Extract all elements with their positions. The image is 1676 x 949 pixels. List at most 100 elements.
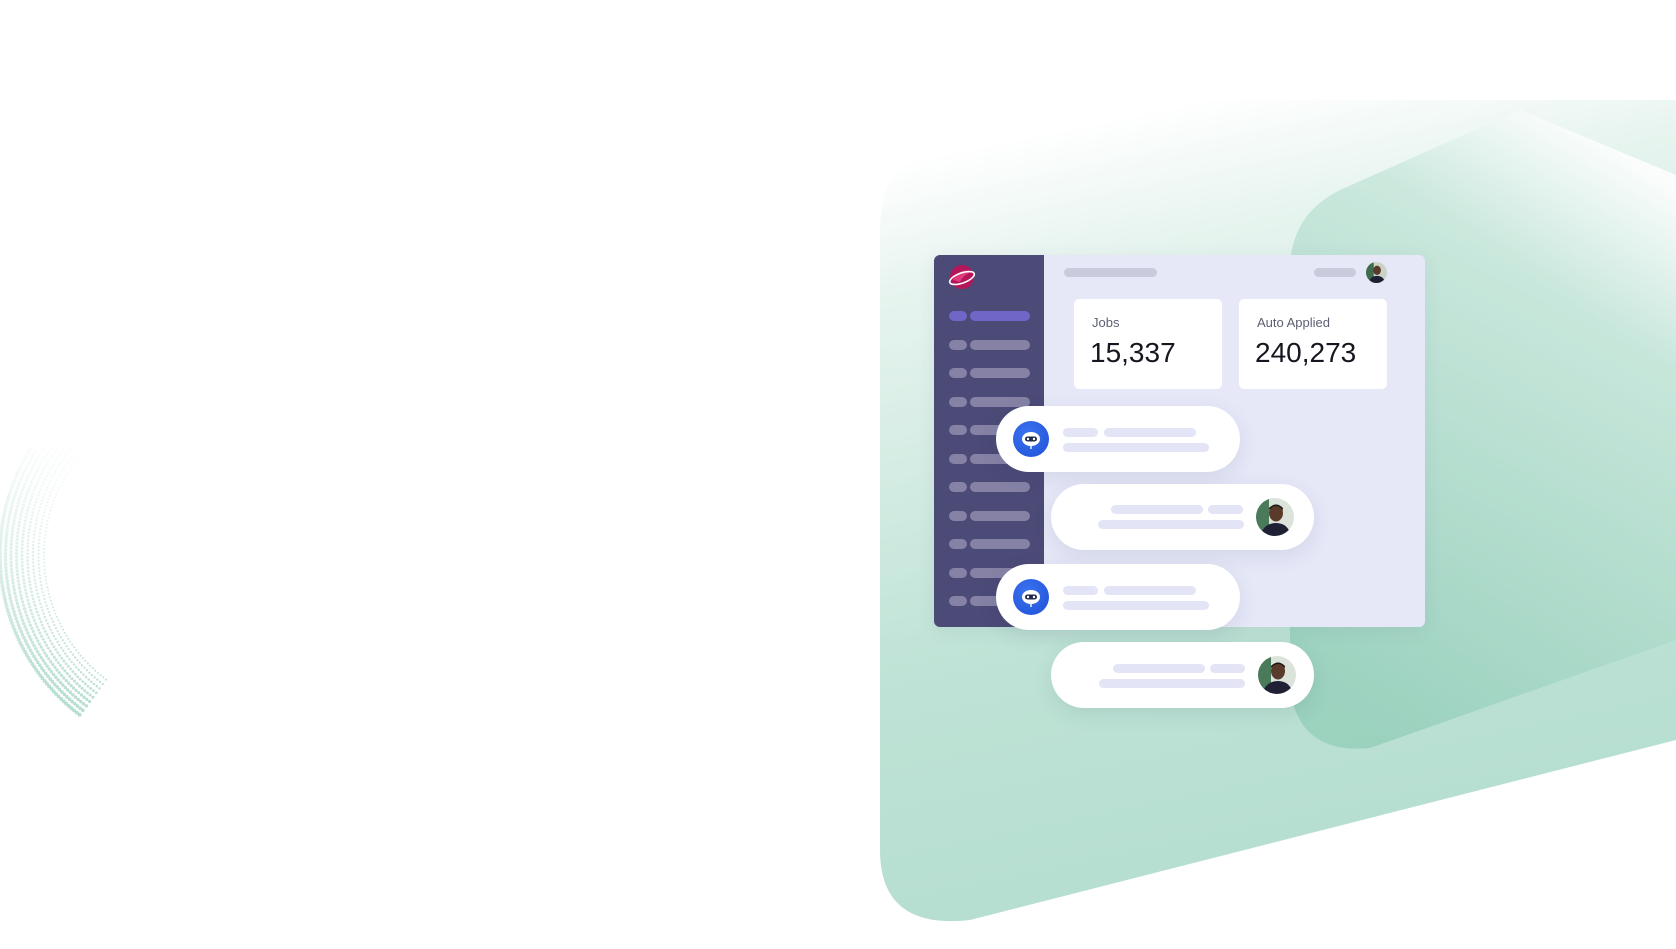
decoration-dot: [71, 653, 75, 656]
decoration-dot: [26, 545, 30, 549]
decoration-dot: [27, 531, 31, 535]
chat-bubble-bot: [996, 406, 1240, 472]
sidebar-nav-item[interactable]: [949, 482, 1034, 492]
sidebar-nav-item[interactable]: [949, 396, 1034, 407]
decoration-dot: [4, 501, 9, 506]
decoration-dot: [94, 691, 98, 695]
decoration-dot: [73, 656, 77, 659]
decoration-dot: [37, 642, 42, 646]
decoration-dot: [86, 662, 89, 665]
decoration-dot: [51, 631, 54, 635]
decoration-dot: [28, 483, 32, 488]
decoration-dot: [49, 670, 54, 674]
decoration-dot: [21, 603, 26, 607]
decoration-dot: [1, 518, 5, 523]
decoration-dot: [89, 687, 93, 690]
decoration-dot: [28, 623, 32, 627]
decoration-dot: [30, 495, 34, 499]
sidebar-nav-item[interactable]: [949, 510, 1034, 521]
decoration-dot: [24, 515, 28, 519]
decoration-dot: [15, 601, 20, 606]
decoration-dot: [31, 492, 35, 496]
decoration-dot: [29, 608, 33, 612]
decoration-dot: [62, 448, 65, 451]
decoration-dot: [34, 646, 38, 651]
decoration-dot: [10, 574, 14, 578]
decoration-dot: [47, 483, 50, 486]
decoration-dot: [5, 497, 10, 502]
decoration-dot: [30, 590, 33, 594]
decoration-dot: [70, 455, 74, 458]
decoration-dot: [57, 454, 61, 457]
decoration-dot: [15, 565, 19, 570]
decoration-dot: [15, 569, 19, 573]
decoration-dot: [57, 619, 60, 622]
decoration-dot: [16, 576, 20, 580]
decoration-dot: [32, 618, 36, 622]
decoration-dot: [53, 470, 57, 474]
decoration-dot: [17, 480, 22, 484]
decoration-dot: [44, 530, 47, 533]
decoration-dot: [26, 541, 30, 545]
decoration-dot: [68, 450, 70, 452]
decoration-dot: [76, 658, 79, 662]
decoration-dot: [36, 592, 39, 595]
decoration-dot: [3, 601, 8, 606]
decoration-dot: [52, 485, 56, 488]
sidebar-nav-item[interactable]: [949, 339, 1034, 350]
decoration-dot: [40, 587, 44, 590]
decoration-dot: [30, 593, 34, 597]
decoration-dot: [54, 449, 57, 452]
decoration-dot: [31, 597, 35, 601]
decoration-dot: [28, 583, 32, 587]
nav-item-icon: [949, 311, 967, 321]
decoration-dot: [33, 504, 37, 507]
decoration-dot: [47, 625, 51, 628]
decoration-dot: [57, 671, 61, 675]
user-avatar[interactable]: [1366, 262, 1387, 283]
decoration-dot: [43, 615, 47, 619]
decoration-dot: [79, 654, 82, 657]
decoration-dot: [45, 474, 48, 478]
decoration-dot: [15, 572, 20, 577]
decoration-dot: [20, 596, 24, 601]
decoration-dot: [15, 545, 19, 549]
decoration-dot: [44, 463, 48, 467]
decoration-dot: [27, 505, 31, 509]
message-placeholder-line: [1098, 520, 1244, 529]
decoration-dot: [0, 525, 4, 530]
decoration-dot: [4, 572, 9, 577]
decoration-dot: [20, 564, 24, 568]
decoration-dot: [29, 480, 34, 484]
decoration-dot: [76, 675, 80, 679]
decoration-dot: [96, 678, 99, 681]
decoration-dot: [48, 513, 51, 516]
decoration-dot: [85, 669, 89, 672]
decoration-dot: [53, 609, 56, 612]
decoration-dot: [48, 494, 51, 498]
decoration-dot: [68, 690, 73, 695]
decoration-dot: [39, 620, 43, 624]
decoration-dot: [20, 546, 24, 550]
decoration-dot: [18, 590, 22, 594]
decoration-dot: [29, 587, 33, 590]
decoration-dot: [72, 663, 76, 666]
decoration-dot: [49, 660, 53, 664]
sidebar-nav-item[interactable]: [949, 539, 1034, 549]
decoration-dot: [62, 466, 66, 470]
decoration-dot: [47, 657, 51, 661]
sidebar-nav-item[interactable]: [949, 368, 1034, 378]
decoration-dot: [61, 458, 64, 462]
decoration-dot: [32, 564, 35, 568]
nav-item-icon: [949, 396, 967, 407]
decoration-dot: [77, 651, 80, 654]
decoration-dot: [63, 631, 66, 634]
decoration-dot: [90, 680, 93, 684]
decoration-dot: [43, 492, 46, 496]
decoration-dot: [77, 691, 81, 695]
decoration-dot: [67, 681, 71, 685]
decoration-dot: [58, 487, 61, 489]
decoration-dot: [75, 450, 77, 452]
sidebar-nav-item[interactable]: [949, 311, 1034, 321]
decoration-dot: [39, 577, 42, 580]
